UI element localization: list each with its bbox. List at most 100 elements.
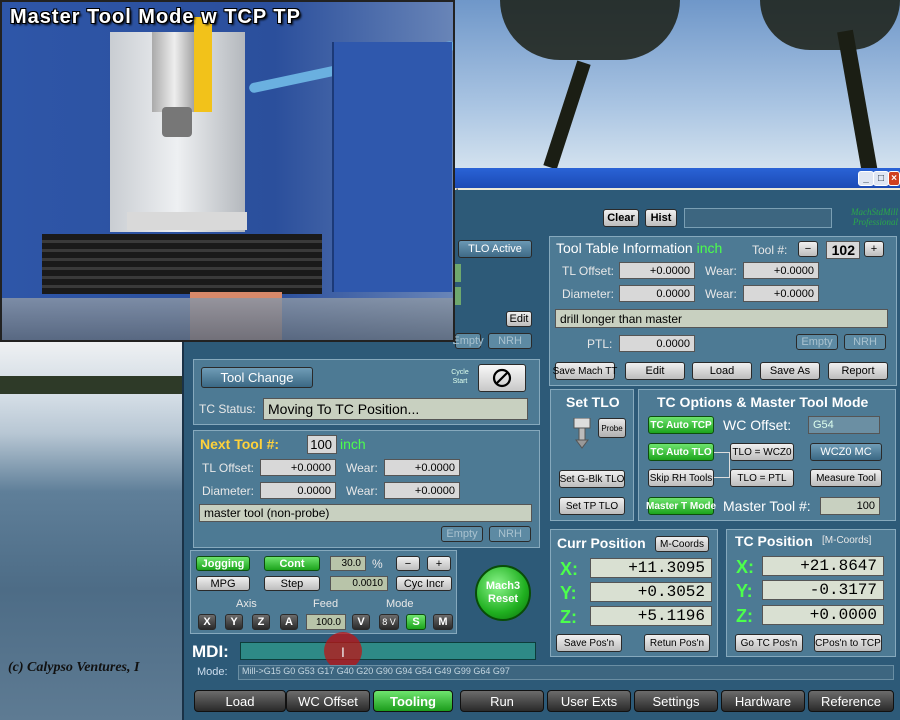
mode-s-button[interactable]: S [406, 614, 426, 630]
cycle-start-button[interactable] [478, 364, 526, 392]
wear-field-2[interactable]: +0.0000 [743, 285, 819, 302]
mpg-button[interactable]: MPG [196, 576, 250, 591]
feed-v-button[interactable]: V [352, 614, 370, 630]
next-wear-label-1: Wear: [346, 461, 378, 475]
jog-rate-field[interactable]: 30.0 [330, 556, 366, 571]
mode-m-button[interactable]: M [433, 614, 453, 630]
empty-button-tt[interactable]: Empty [796, 334, 838, 350]
feed-label: Feed [313, 598, 339, 610]
curr-z-dro[interactable]: +5.1196 [590, 606, 712, 626]
next-wear-field-1[interactable]: +0.0000 [384, 459, 460, 476]
cancel-icon [492, 368, 512, 388]
step-value-field[interactable]: 0.0010 [330, 576, 388, 591]
tool-description-field[interactable]: drill longer than master [555, 309, 888, 328]
tc-x-label: X: [736, 557, 754, 577]
cont-button[interactable]: Cont [264, 556, 320, 571]
jog-axis-x-button[interactable]: X [198, 614, 216, 630]
wcz0-mc-button[interactable]: WCZ0 MC [810, 443, 882, 461]
jog-rate-increment-button[interactable]: + [427, 556, 451, 571]
jog-axis-a-button[interactable]: A [280, 614, 298, 630]
jogging-button[interactable]: Jogging [196, 556, 250, 571]
current-position-title: Curr Position [557, 535, 646, 551]
tlo-active-button[interactable]: TLO Active [458, 240, 532, 258]
maximize-icon[interactable]: □ [873, 171, 889, 186]
edit-tt-button[interactable]: Edit [625, 362, 685, 380]
tool-number-field[interactable]: 102 [826, 241, 860, 259]
tab-wc-offset[interactable]: WC Offset [286, 690, 370, 712]
probe-button[interactable]: Probe [598, 418, 626, 438]
nrh-left-button[interactable]: NRH [488, 333, 532, 349]
mdi-input[interactable] [240, 642, 536, 660]
jog-feed-field[interactable]: 100.0 [306, 614, 346, 630]
diameter-field[interactable]: 0.0000 [619, 285, 695, 302]
cpos-to-tcp-button[interactable]: CPos'n to TCP [814, 634, 882, 652]
curr-y-dro[interactable]: +0.3052 [590, 582, 712, 602]
wear-field-1[interactable]: +0.0000 [743, 262, 819, 279]
tool-table-title: Tool Table Information inch [556, 240, 723, 256]
save-position-button[interactable]: Save Pos'n [556, 634, 622, 652]
curr-mcoords-button[interactable]: M-Coords [655, 536, 709, 552]
next-tool-field[interactable]: 100 [307, 435, 337, 454]
next-empty-button[interactable]: Empty [441, 526, 483, 542]
next-tool-label: Next Tool #: [200, 436, 280, 452]
close-icon[interactable]: × [888, 171, 900, 186]
hist-button[interactable]: Hist [645, 209, 677, 227]
tab-tooling[interactable]: Tooling [373, 690, 453, 712]
i-beam-icon: I [341, 644, 345, 660]
set-gblk-tlo-button[interactable]: Set G-Blk TLO [559, 470, 625, 488]
ptl-field[interactable]: 0.0000 [619, 335, 695, 352]
tab-load[interactable]: Load [194, 690, 286, 712]
copyright-text: (c) Calypso Ventures, I [8, 660, 140, 675]
empty-left-button[interactable]: Empty [452, 333, 484, 349]
nrh-button-tt[interactable]: NRH [844, 334, 886, 350]
tc-y-dro[interactable]: -0.3177 [762, 580, 884, 600]
mach3-reset-button[interactable]: Mach3 Reset [475, 565, 531, 621]
skip-rh-tools-button[interactable]: Skip RH Tools [648, 469, 714, 487]
clear-button[interactable]: Clear [603, 209, 639, 227]
tab-run[interactable]: Run [460, 690, 544, 712]
set-tp-tlo-button[interactable]: Set TP TLO [559, 497, 625, 515]
tab-reference[interactable]: Reference [808, 690, 894, 712]
edit-left-button[interactable]: Edit [506, 311, 532, 327]
curr-x-dro[interactable]: +11.3095 [590, 558, 712, 578]
jog-axis-z-button[interactable]: Z [252, 614, 270, 630]
load-tt-button[interactable]: Load [692, 362, 752, 380]
reset-line1: Mach3 [485, 580, 521, 592]
tl-offset-field[interactable]: +0.0000 [619, 262, 695, 279]
next-tl-offset-field[interactable]: +0.0000 [260, 459, 336, 476]
tc-position-title: TC Position [735, 533, 813, 549]
jog-axis-y-button[interactable]: Y [225, 614, 243, 630]
next-diameter-field[interactable]: 0.0000 [260, 482, 336, 499]
next-tool-description-field[interactable]: master tool (non-probe) [199, 504, 532, 522]
tool-number-decrement-button[interactable]: − [798, 241, 818, 257]
tab-hardware[interactable]: Hardware [721, 690, 805, 712]
return-position-button[interactable]: Retun Pos'n [644, 634, 710, 652]
report-tt-button[interactable]: Report [828, 362, 888, 380]
tc-auto-tlo-button[interactable]: TC Auto TLO [648, 443, 714, 461]
next-nrh-button[interactable]: NRH [489, 526, 531, 542]
tlo-wcz0-button[interactable]: TLO = WCZ0 [730, 443, 794, 461]
next-wear-field-2[interactable]: +0.0000 [384, 482, 460, 499]
master-tool-field[interactable]: 100 [820, 497, 880, 515]
save-mach-tt-button[interactable]: Save Mach TT [553, 362, 617, 380]
tool-probe-icon [570, 417, 594, 450]
wc-offset-field[interactable]: G54 [808, 416, 880, 434]
tc-z-dro[interactable]: +0.0000 [762, 605, 884, 625]
tc-mcoords-label: [M-Coords] [822, 535, 872, 546]
tc-auto-tcp-button[interactable]: TC Auto TCP [648, 416, 714, 434]
tlo-ptl-button[interactable]: TLO = PTL [730, 469, 794, 487]
tab-user-exts[interactable]: User Exts [547, 690, 631, 712]
measure-tool-button[interactable]: Measure Tool [810, 469, 882, 487]
minimize-icon[interactable]: _ [858, 171, 874, 186]
master-t-mode-button[interactable]: Master T Mode [646, 497, 716, 515]
go-tc-position-button[interactable]: Go TC Pos'n [735, 634, 803, 652]
tool-change-button[interactable]: Tool Change [201, 367, 313, 388]
tab-settings[interactable]: Settings [634, 690, 718, 712]
tool-number-increment-button[interactable]: + [864, 241, 884, 257]
cyc-incr-button[interactable]: Cyc Incr [396, 576, 452, 591]
mode-sv-button[interactable]: 8 V [379, 614, 399, 630]
step-button[interactable]: Step [264, 576, 320, 591]
jog-rate-decrement-button[interactable]: − [396, 556, 420, 571]
tc-x-dro[interactable]: +21.8647 [762, 556, 884, 576]
save-as-tt-button[interactable]: Save As [760, 362, 820, 380]
